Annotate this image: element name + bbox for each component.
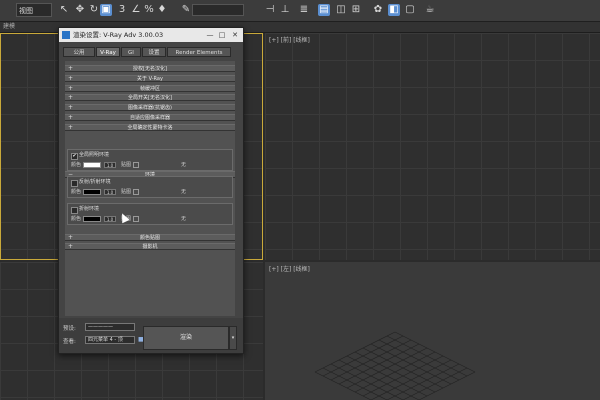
rollout-item[interactable]: + 自适应图像采样器 [65,114,235,121]
group-label: 全局照明环境 [79,152,110,158]
maximize-icon[interactable]: □ [216,28,228,42]
close-icon[interactable]: ✕ [229,28,241,42]
scale-icon[interactable]: ▣ [100,4,112,16]
multiplier-spinner[interactable]: 1.0 [104,216,116,222]
tab-2[interactable]: GI [121,47,141,57]
viewport-bottom-right[interactable]: [+] [左] [线框] [265,262,600,400]
rollout-item[interactable]: + 关于 V-Ray [65,74,235,82]
color-swatch[interactable] [83,189,101,195]
group-label: 折射环境 [79,206,100,212]
tab-0[interactable]: 公用 [63,47,95,57]
preset-dropdown[interactable]: ————— [85,323,135,331]
rollout-label: 全局开关[无名汉化] [128,95,172,102]
map-checkbox[interactable] [133,216,139,222]
tab-1[interactable]: V-Ray [96,47,120,57]
rollout-item[interactable]: + 全局开关[无名汉化] [65,94,235,102]
named-selection-input[interactable] [192,4,244,16]
rollout-item[interactable]: + 授权[无名汉化] [65,65,235,72]
mirror-icon[interactable]: ⊣ [264,4,276,16]
rotate-icon[interactable]: ↻ [88,4,100,16]
color-label: 颜色 [71,189,82,195]
tab-4[interactable]: Render Elements [167,47,231,57]
rollout-label: 授权[无名汉化] [133,66,167,72]
align-icon[interactable]: ⊥ [279,4,291,16]
map-checkbox[interactable] [133,189,139,195]
perspective-grid [314,331,476,400]
map-checkbox[interactable] [133,162,139,168]
enable-checkbox[interactable] [71,207,78,214]
color-label: 颜色 [71,162,82,168]
schematic-view-icon[interactable]: ⊞ [350,4,362,16]
dialog-title: 渲染设置: V-Ray Adv 3.00.03 [73,31,164,39]
layer-icon[interactable]: ≣ [298,4,310,16]
rollout-item[interactable]: + 颜色贴图 [65,234,235,241]
env-group: ✔ 全局照明环境颜色 1.0 贴图 无 [67,149,233,171]
viewport-top-right[interactable]: [+] [前] [线框] [265,33,600,260]
color-swatch[interactable] [83,216,101,222]
view-dropdown[interactable]: 四元菜单 4 - 顶 [85,336,135,344]
enable-checkbox[interactable] [71,180,78,187]
snap-icon[interactable]: 3 [116,4,128,16]
group-label: 反射/折射环境 [79,179,111,185]
app-icon [62,31,70,39]
rollout-item[interactable]: + 摄影机 [65,243,235,250]
enable-checkbox[interactable]: ✔ [71,153,78,160]
rollout-label: 帧缓冲区 [139,85,160,92]
rollout-item[interactable]: + 图像采样器(抗锯齿) [65,104,235,112]
scene-explorer-icon[interactable]: ▤ [318,4,330,16]
ribbon-tab-modeling[interactable]: 建模 [3,22,15,32]
map-label: 贴图 [121,162,132,168]
angle-snap-icon[interactable]: ∠ [130,4,142,16]
rollout-label: 全局确定性蒙特卡洛 [127,124,173,131]
view-label: 查看: [63,339,76,345]
color-label: 颜色 [71,216,82,222]
group-row: 颜色 1.0 贴图无 [71,215,231,223]
map-none-button[interactable]: 无 [181,215,186,223]
color-swatch[interactable] [83,162,101,168]
dialog-bottom-bar: 预设: ————— 查看: 四元菜单 4 - 顶 ■ 渲染 ▾ [59,318,243,353]
tab-3[interactable]: 设置 [142,47,166,57]
render-frame-icon[interactable]: ▢ [404,4,416,16]
viewport-grid [265,33,600,260]
multiplier-spinner[interactable]: 1.0 [104,189,116,195]
env-group: 折射环境 颜色 1.0 贴图无 [67,203,233,225]
rollout-label: 摄影机 [142,244,158,250]
render-button[interactable]: 渲染 [143,326,229,350]
map-none-button[interactable]: 无 [181,188,186,196]
multiplier-spinner[interactable]: 1.0 [104,162,116,168]
render-setup-icon[interactable]: ◧ [388,4,400,16]
group-row: 颜色 1.0 贴图 无 [71,188,231,196]
rollout-label: 颜色贴图 [139,235,160,241]
viewport-label[interactable]: [+] [前] [线框] [269,35,310,44]
rollout-label: 自适应图像采样器 [129,115,170,121]
percent-snap-icon[interactable]: % [143,4,155,16]
select-object-icon[interactable]: ↖ [58,4,70,16]
rollout-label: 关于 V-Ray [137,75,163,82]
spinner-snap-icon[interactable]: ♦ [156,4,168,16]
view-select[interactable]: 视图 [16,3,52,17]
main-toolbar: 视图 ↖ ✥ ↻ ▣ 3 ∠% ♦ ✎ ⊣ ⊥ ≣ ▤ ◫ ⊞ ✿ ◧ ▢ ☕ [0,0,600,22]
render-icon[interactable]: ☕ [424,4,436,16]
group-row: 颜色 1.0 贴图 无 [71,161,231,169]
env-group: 反射/折射环境颜色 1.0 贴图 无 [67,176,233,198]
curve-editor-icon[interactable]: ◫ [335,4,347,16]
rollout-label: 图像采样器(抗锯齿) [128,105,172,112]
minimize-icon[interactable]: — [204,28,216,42]
render-setup-dialog: 渲染设置: V-Ray Adv 3.00.03 — □ ✕ 公用 V-Ray GI 设… [58,27,244,354]
render-dropdown-arrow[interactable]: ▾ [229,326,237,350]
edit-named-selection-icon[interactable]: ✎ [180,4,192,16]
preset-label: 预设: [63,326,76,332]
rollout-item[interactable]: + 帧缓冲区 [65,84,235,92]
dialog-title-bar[interactable]: 渲染设置: V-Ray Adv 3.00.03 — □ ✕ [59,28,243,42]
map-label: 贴图 [121,189,132,195]
move-icon[interactable]: ✥ [74,4,86,16]
rollout-item[interactable]: + 全局确定性蒙特卡洛 [65,123,235,131]
material-editor-icon[interactable]: ✿ [372,4,384,16]
map-none-button[interactable]: 无 [181,161,186,169]
